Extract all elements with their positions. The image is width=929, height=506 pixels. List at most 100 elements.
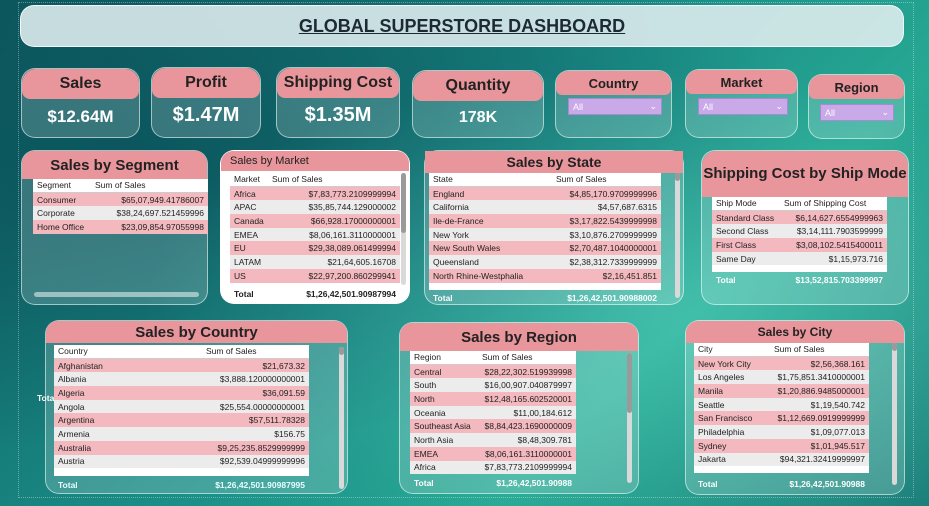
- table-row[interactable]: New York City $2,56,368.161: [694, 356, 869, 371]
- table-row[interactable]: Oceania $11,00,184.612: [410, 405, 576, 420]
- table-row[interactable]: Canada $66,928.17000000001: [230, 214, 400, 228]
- table-row[interactable]: South $16,00,907.040879997: [410, 378, 576, 393]
- row-label: LATAM: [234, 256, 262, 267]
- column-header-value[interactable]: Sum of Shipping Cost: [780, 198, 870, 208]
- region-scrollbar-thumb[interactable]: [627, 353, 632, 413]
- table-row[interactable]: Australia $9,25,235.8529999999: [54, 440, 309, 455]
- table-row[interactable]: Los Angeles $1,75,851.3410000001: [694, 370, 869, 385]
- row-value: $28,22,302.519939998: [484, 366, 572, 377]
- column-header-value[interactable]: Sum of Sales: [91, 180, 150, 190]
- column-header-label[interactable]: Ship Mode: [712, 198, 780, 208]
- table-row[interactable]: EMEA $8,06,161.3110000001: [410, 446, 576, 461]
- market-dropdown[interactable]: All ⌄: [698, 98, 788, 115]
- city-scrollbar[interactable]: [892, 343, 897, 485]
- region-dropdown[interactable]: All ⌄: [820, 104, 894, 121]
- table-row[interactable]: First Class $3,08,102.5415400011: [712, 238, 887, 252]
- table-row[interactable]: Second Class $3,14,111.7903599999: [712, 224, 887, 239]
- city-table[interactable]: City Sum of Sales New York City $2,56,368.1…: [694, 343, 869, 473]
- column-header-label[interactable]: Segment: [33, 180, 91, 190]
- table-row[interactable]: Southeast Asia $8,84,423.1690000009: [410, 419, 576, 434]
- table-row[interactable]: EMEA $8,06,161.3110000001: [230, 227, 400, 242]
- row-label: Sydney: [698, 440, 727, 451]
- row-label: Corporate: [37, 208, 75, 219]
- table-row[interactable]: North Rhine-Westphalia $2,16,451.851: [429, 268, 661, 283]
- region-table[interactable]: Region Sum of Sales Central $28,22,302.5199…: [410, 351, 576, 474]
- market-slicer[interactable]: Market All ⌄: [685, 69, 798, 138]
- market-scrollbar-thumb[interactable]: [401, 173, 406, 233]
- table-row[interactable]: New South Wales $2,70,487.1040000001: [429, 241, 661, 256]
- table-row[interactable]: Same Day $1,15,973.716: [712, 251, 887, 266]
- table-row[interactable]: Standard Class $6,14,627.6554999963: [712, 210, 887, 225]
- kpi-shipping-card[interactable]: Shipping Cost $1.35M: [276, 67, 400, 138]
- table-row[interactable]: US $22,97,200.860299941: [230, 268, 400, 283]
- row-value: $66,928.17000000001: [310, 215, 396, 226]
- state-table[interactable]: State Sum of Sales England $4,85,170.970999…: [429, 173, 661, 290]
- table-row[interactable]: Manila $1,20,886.9485000001: [694, 384, 869, 398]
- table-row[interactable]: EU $29,38,089.061499994: [230, 241, 400, 256]
- kpi-sales-card[interactable]: Sales $12.64M: [21, 68, 140, 138]
- column-header-value[interactable]: Sum of Sales: [268, 174, 327, 184]
- table-row[interactable]: APAC $35,85,744.129000002: [230, 200, 400, 215]
- column-header-label[interactable]: Market: [230, 174, 268, 184]
- table-row[interactable]: Seattle $1,19,540.742: [694, 397, 869, 412]
- country-slicer[interactable]: Country All ⌄: [555, 70, 672, 138]
- column-header-value[interactable]: Sum of Sales: [202, 346, 261, 356]
- sales-by-country-card[interactable]: Sales by Country Country Sum of Sales Afgh…: [45, 320, 348, 494]
- table-row[interactable]: Central $28,22,302.519939998: [410, 364, 576, 379]
- kpi-quantity-card[interactable]: Quantity 178K: [412, 70, 544, 138]
- table-row[interactable]: San Francisco $1,12,669.0919999999: [694, 411, 869, 426]
- table-row[interactable]: Corporate $38,24,697.521459996: [33, 206, 208, 221]
- table-row[interactable]: Argentina $57,511.78328: [54, 413, 309, 428]
- sales-by-region-card[interactable]: Sales by Region Region Sum of Sales Centra…: [399, 322, 639, 494]
- kpi-profit-card[interactable]: Profit $1.47M: [151, 67, 261, 138]
- column-header-label[interactable]: Country: [54, 346, 202, 356]
- table-row[interactable]: Austria $92,539.04999999996: [54, 454, 309, 469]
- table-row[interactable]: Armenia $156.75: [54, 427, 309, 441]
- table-row[interactable]: Ile-de-France $3,17,822.5439999998: [429, 214, 661, 228]
- region-scrollbar[interactable]: [627, 353, 632, 483]
- table-row[interactable]: LATAM $21,64,605.16708: [230, 255, 400, 269]
- segment-horizontal-scrollbar[interactable]: [34, 292, 199, 297]
- row-label: Seattle: [698, 399, 725, 410]
- table-row[interactable]: Jakarta $94,321.32419999997: [694, 452, 869, 467]
- market-scrollbar[interactable]: [401, 173, 406, 285]
- table-row[interactable]: Sydney $1,01,945.517: [694, 438, 869, 453]
- country-table[interactable]: Country Sum of Sales Afghanistan $21,673.32…: [54, 345, 309, 476]
- column-header-value[interactable]: Sum of Sales: [478, 352, 537, 362]
- table-row[interactable]: New York $3,10,876.2709999999: [429, 227, 661, 242]
- country-dropdown[interactable]: All ⌄: [568, 98, 662, 115]
- table-row[interactable]: Home Office $23,09,854.97055998: [33, 220, 208, 234]
- segment-table[interactable]: Segment Sum of Sales Consumer $65,07,949.41…: [33, 179, 208, 234]
- column-header-value[interactable]: Sum of Sales: [552, 174, 611, 184]
- city-scrollbar-thumb[interactable]: [892, 343, 897, 351]
- table-row[interactable]: North $12,48,165.602520001: [410, 392, 576, 406]
- table-row[interactable]: Queensland $2,38,312.7339999999: [429, 255, 661, 269]
- country-scrollbar[interactable]: [339, 347, 344, 489]
- table-row[interactable]: England $4,85,170.9709999996: [429, 186, 661, 201]
- country-scrollbar-thumb[interactable]: [339, 347, 344, 355]
- table-row[interactable]: Africa $7,83,773.2109999994: [410, 460, 576, 474]
- column-header-label[interactable]: State: [429, 174, 552, 184]
- shipmode-table[interactable]: Ship Mode Sum of Shipping Cost Standard Cl…: [712, 197, 887, 272]
- column-header-label[interactable]: City: [694, 344, 770, 354]
- table-row[interactable]: Philadelphia $1,09,077.013: [694, 425, 869, 439]
- table-row[interactable]: Afghanistan $21,673.32: [54, 358, 309, 373]
- market-table[interactable]: Market Sum of Sales Africa $7,83,773.210999…: [230, 173, 400, 287]
- column-header-value[interactable]: Sum of Sales: [770, 344, 829, 354]
- table-row[interactable]: Angola $25,554.00000000001: [54, 399, 309, 414]
- table-row[interactable]: Africa $7,83,773.2109999994: [230, 186, 400, 201]
- table-row[interactable]: California $4,57,687.6315: [429, 200, 661, 215]
- sales-by-state-card[interactable]: Sales by State State Sum of Sales England $…: [424, 150, 684, 305]
- state-scrollbar-thumb[interactable]: [675, 173, 680, 181]
- sales-by-segment-card[interactable]: Sales by Segment Segment Sum of Sales Cons…: [21, 150, 208, 403]
- table-row[interactable]: North Asia $8,48,309.781: [410, 433, 576, 447]
- column-header-label[interactable]: Region: [410, 352, 478, 362]
- table-row[interactable]: Albania $3,888.120000000001: [54, 372, 309, 387]
- table-row[interactable]: Consumer $65,07,949.41786007: [33, 192, 208, 207]
- sales-by-city-card[interactable]: Sales by City City Sum of Sales New York C…: [685, 320, 905, 495]
- state-scrollbar[interactable]: [675, 173, 680, 298]
- region-slicer[interactable]: Region All ⌄: [808, 74, 905, 139]
- table-row[interactable]: Algeria $36,091.59: [54, 386, 309, 400]
- sales-by-market-card[interactable]: Sales by Market Market Sum of Sales Africa…: [220, 150, 410, 304]
- shipping-by-shipmode-card[interactable]: Shipping Cost by Ship Mode Ship Mode Sum …: [701, 150, 909, 305]
